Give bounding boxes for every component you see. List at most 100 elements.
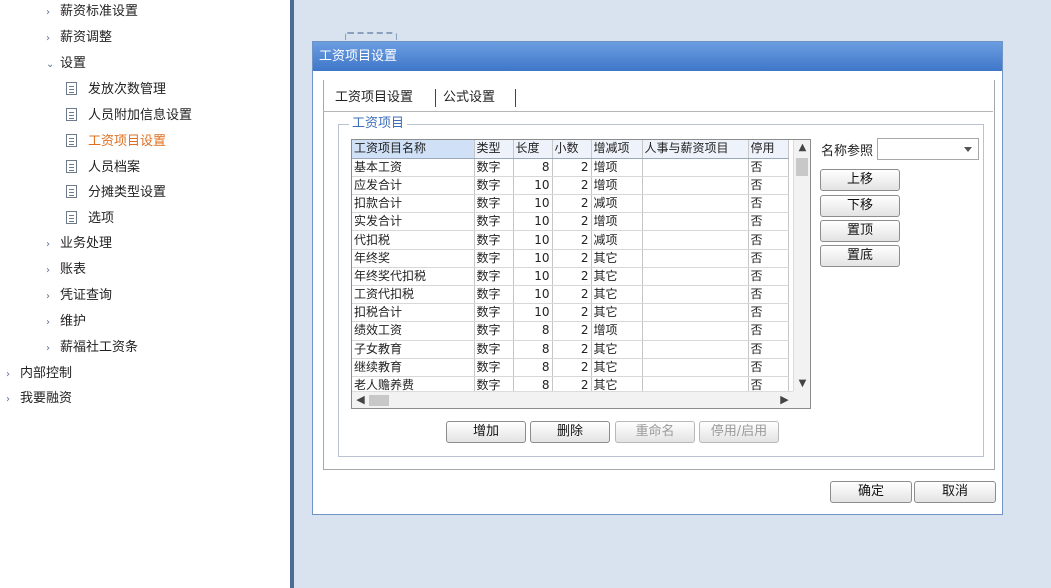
table-cell[interactable] (642, 212, 749, 232)
table-cell[interactable]: 数字 (474, 267, 514, 287)
table-cell[interactable] (642, 194, 749, 214)
table-cell[interactable]: 2 (552, 194, 592, 214)
nav-item-payslip[interactable]: › 薪福社工资条 (46, 337, 138, 359)
table-cell[interactable] (642, 158, 749, 177)
table-cell[interactable] (642, 285, 749, 305)
rename-item-button[interactable]: 重命名 (615, 421, 695, 443)
table-cell[interactable]: 8 (513, 358, 553, 377)
table-cell[interactable]: 应发合计 (352, 176, 475, 196)
table-cell[interactable]: 实发合计 (352, 212, 475, 232)
name-reference-select[interactable] (877, 138, 979, 160)
table-cell[interactable]: 数字 (474, 194, 514, 214)
nav-item-financing[interactable]: › 我要融资 (6, 388, 72, 410)
table-cell[interactable]: 2 (552, 267, 592, 287)
nav-item-salary-adjust[interactable]: › 薪资调整 (46, 27, 112, 49)
scroll-right-icon[interactable]: ▶ (776, 392, 793, 408)
table-cell[interactable] (642, 267, 749, 287)
table-cell[interactable]: 否 (748, 230, 789, 250)
table-row[interactable]: 年终奖 数字 10 2 其它 否 (352, 249, 789, 268)
table-cell[interactable]: 2 (552, 176, 592, 196)
table-cell[interactable]: 2 (552, 230, 592, 250)
scroll-down-icon[interactable]: ▼ (794, 376, 810, 392)
table-cell[interactable]: 年终奖代扣税 (352, 267, 475, 287)
table-cell[interactable]: 其它 (591, 358, 643, 377)
table-cell[interactable]: 2 (552, 340, 592, 359)
table-cell[interactable]: 否 (748, 358, 789, 377)
column-header[interactable]: 长度 (513, 140, 553, 159)
scroll-left-icon[interactable]: ◀ (352, 392, 369, 408)
table-cell[interactable]: 2 (552, 212, 592, 232)
nav-item-maintenance[interactable]: › 维护 (46, 311, 86, 333)
nav-item-salary-standard[interactable]: › 薪资标准设置 (46, 1, 138, 23)
table-cell[interactable]: 增项 (591, 176, 643, 196)
table-cell[interactable] (642, 176, 749, 196)
tab-formula[interactable]: 公式设置 (443, 88, 495, 108)
table-cell[interactable]: 10 (513, 285, 553, 305)
table-row[interactable]: 扣税合计 数字 10 2 其它 否 (352, 303, 789, 323)
table-cell[interactable]: 增项 (591, 212, 643, 232)
table-cell[interactable]: 子女教育 (352, 340, 475, 359)
table-cell[interactable]: 减项 (591, 194, 643, 214)
table-row[interactable]: 年终奖代扣税 数字 10 2 其它 否 (352, 267, 789, 287)
table-cell[interactable]: 年终奖 (352, 249, 475, 268)
table-cell[interactable]: 否 (748, 303, 789, 323)
nav-item-salary-items[interactable]: 工资项目设置 (66, 131, 166, 153)
table-row[interactable]: 子女教育 数字 8 2 其它 否 (352, 340, 789, 359)
table-cell[interactable]: 否 (748, 176, 789, 196)
table-cell[interactable]: 10 (513, 267, 553, 287)
table-cell[interactable]: 10 (513, 249, 553, 268)
column-header[interactable]: 增减项 (591, 140, 643, 159)
add-item-button[interactable]: 增加 (446, 421, 526, 443)
table-cell[interactable]: 10 (513, 230, 553, 250)
table-cell[interactable]: 其它 (591, 340, 643, 359)
nav-item-extra-info[interactable]: 人员附加信息设置 (66, 105, 192, 127)
nav-item-business[interactable]: › 业务处理 (46, 233, 112, 255)
nav-item-settings[interactable]: ⌄ 设置 (46, 53, 86, 75)
table-cell[interactable] (642, 321, 749, 341)
table-cell[interactable]: 数字 (474, 158, 514, 177)
table-cell[interactable]: 扣税合计 (352, 303, 475, 323)
table-cell[interactable]: 数字 (474, 340, 514, 359)
toggle-enable-button[interactable]: 停用/启用 (699, 421, 779, 443)
salary-items-grid[interactable]: 工资项目名称 类型 长度 小数 增减项 人事与薪资项目 停用 基本工资 数字 8 2 增… (351, 139, 811, 409)
horizontal-scrollbar[interactable]: ◀ ▶ (352, 391, 793, 408)
table-row[interactable]: 应发合计 数字 10 2 增项 否 (352, 176, 789, 196)
table-cell[interactable]: 8 (513, 321, 553, 341)
table-cell[interactable] (642, 249, 749, 268)
nav-item-allocation-types[interactable]: 分摊类型设置 (66, 182, 166, 204)
table-cell[interactable]: 扣款合计 (352, 194, 475, 214)
workspace-tab-stub[interactable] (345, 32, 397, 40)
nav-item-staff-files[interactable]: 人员档案 (66, 157, 140, 179)
table-cell[interactable]: 10 (513, 212, 553, 232)
table-cell[interactable] (642, 358, 749, 377)
table-cell[interactable]: 数字 (474, 358, 514, 377)
scroll-up-icon[interactable]: ▲ (794, 140, 810, 156)
table-cell[interactable]: 2 (552, 158, 592, 177)
table-row[interactable]: 代扣税 数字 10 2 减项 否 (352, 230, 789, 250)
table-cell[interactable]: 8 (513, 158, 553, 177)
table-cell[interactable] (642, 230, 749, 250)
scroll-thumb[interactable] (369, 395, 389, 406)
table-row[interactable]: 扣款合计 数字 10 2 减项 否 (352, 194, 789, 214)
move-up-button[interactable]: 上移 (820, 169, 900, 191)
table-cell[interactable]: 其它 (591, 249, 643, 268)
table-cell[interactable]: 增项 (591, 158, 643, 177)
nav-item-reports[interactable]: › 账表 (46, 259, 86, 281)
table-row[interactable]: 实发合计 数字 10 2 增项 否 (352, 212, 789, 232)
table-row[interactable]: 绩效工资 数字 8 2 增项 否 (352, 321, 789, 341)
move-down-button[interactable]: 下移 (820, 195, 900, 217)
table-cell[interactable]: 数字 (474, 303, 514, 323)
table-cell[interactable]: 减项 (591, 230, 643, 250)
table-cell[interactable]: 数字 (474, 249, 514, 268)
table-cell[interactable] (642, 340, 749, 359)
table-cell[interactable]: 数字 (474, 321, 514, 341)
table-cell[interactable]: 数字 (474, 230, 514, 250)
scroll-thumb[interactable] (796, 158, 808, 176)
column-header[interactable]: 类型 (474, 140, 514, 159)
table-cell[interactable]: 8 (513, 340, 553, 359)
table-cell[interactable]: 2 (552, 285, 592, 305)
table-row[interactable]: 工资代扣税 数字 10 2 其它 否 (352, 285, 789, 305)
table-cell[interactable]: 数字 (474, 176, 514, 196)
table-cell[interactable]: 数字 (474, 212, 514, 232)
table-cell[interactable]: 否 (748, 340, 789, 359)
